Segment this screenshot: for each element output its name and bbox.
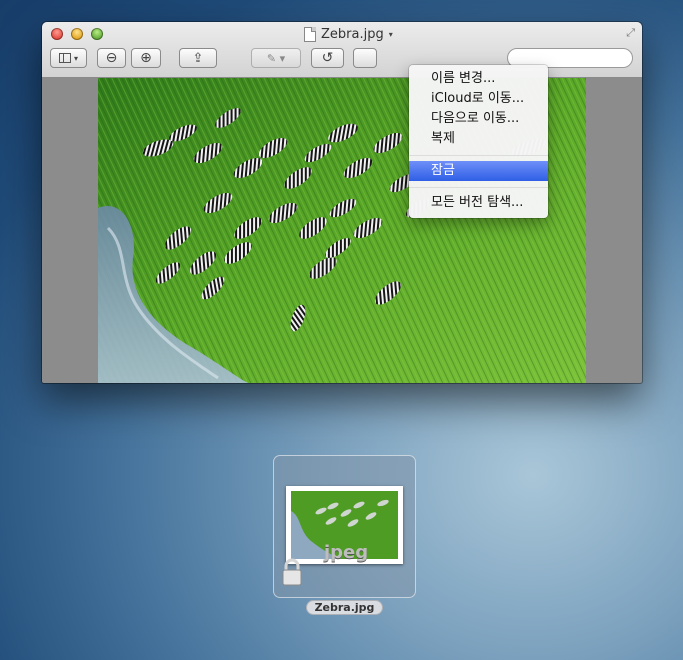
file-extension-label: jpeg [324, 542, 369, 563]
fullscreen-icon[interactable]: ⤢ [626, 26, 635, 40]
chevron-down-icon: ▾ [73, 53, 78, 63]
pencil-icon: ✎ ▾ [266, 51, 286, 65]
file-thumbnail: jpeg [286, 486, 403, 564]
sidebar-button[interactable]: ▾ [50, 48, 87, 68]
window-title[interactable]: Zebra.jpg ▾ [304, 25, 393, 43]
zoom-out-button[interactable]: ⊖ [97, 48, 126, 68]
menu-separator [409, 187, 548, 188]
close-button[interactable] [51, 28, 63, 40]
titlebar: Zebra.jpg ▾ ⤢ ▾ ⊖ ⊕ ⇪ ✎ ▾ ↺ [42, 22, 642, 78]
zoom-out-icon: ⊖ [105, 50, 118, 66]
edit-button[interactable] [353, 48, 377, 68]
preview-window: Zebra.jpg ▾ ⤢ ▾ ⊖ ⊕ ⇪ ✎ ▾ ↺ 이름 변경... iCl… [42, 22, 642, 383]
dragged-file-proxy[interactable]: jpeg [273, 455, 416, 598]
share-button[interactable]: ⇪ [179, 48, 217, 68]
menu-item-rename[interactable]: 이름 변경... [409, 69, 548, 89]
title-context-menu: 이름 변경... iCloud로 이동... 다음으로 이동... 복제 잠금 … [409, 65, 548, 218]
lock-icon [281, 558, 303, 586]
file-name-label: Zebra.jpg [306, 600, 383, 615]
sidebar-icon [58, 53, 71, 63]
zoom-button[interactable] [91, 28, 103, 40]
document-icon [304, 26, 316, 42]
menu-item-duplicate[interactable]: 복제 [409, 129, 548, 149]
minimize-button[interactable] [71, 28, 83, 40]
menu-item-lock[interactable]: 잠금 [409, 161, 548, 181]
share-icon: ⇪ [192, 50, 204, 66]
window-title-text: Zebra.jpg [321, 26, 384, 42]
rotate-icon: ↺ [321, 50, 334, 66]
menu-separator [409, 155, 548, 156]
zoom-in-button[interactable]: ⊕ [131, 48, 161, 68]
chevron-down-icon: ▾ [388, 29, 393, 39]
menu-item-move-to-icloud[interactable]: iCloud로 이동... [409, 89, 548, 109]
markup-button[interactable]: ✎ ▾ [251, 48, 301, 68]
menu-item-move-to[interactable]: 다음으로 이동... [409, 109, 548, 129]
menu-item-browse-all-versions[interactable]: 모든 버전 탐색... [409, 193, 548, 213]
zoom-in-icon: ⊕ [140, 50, 152, 66]
rotate-button[interactable]: ↺ [311, 48, 344, 68]
